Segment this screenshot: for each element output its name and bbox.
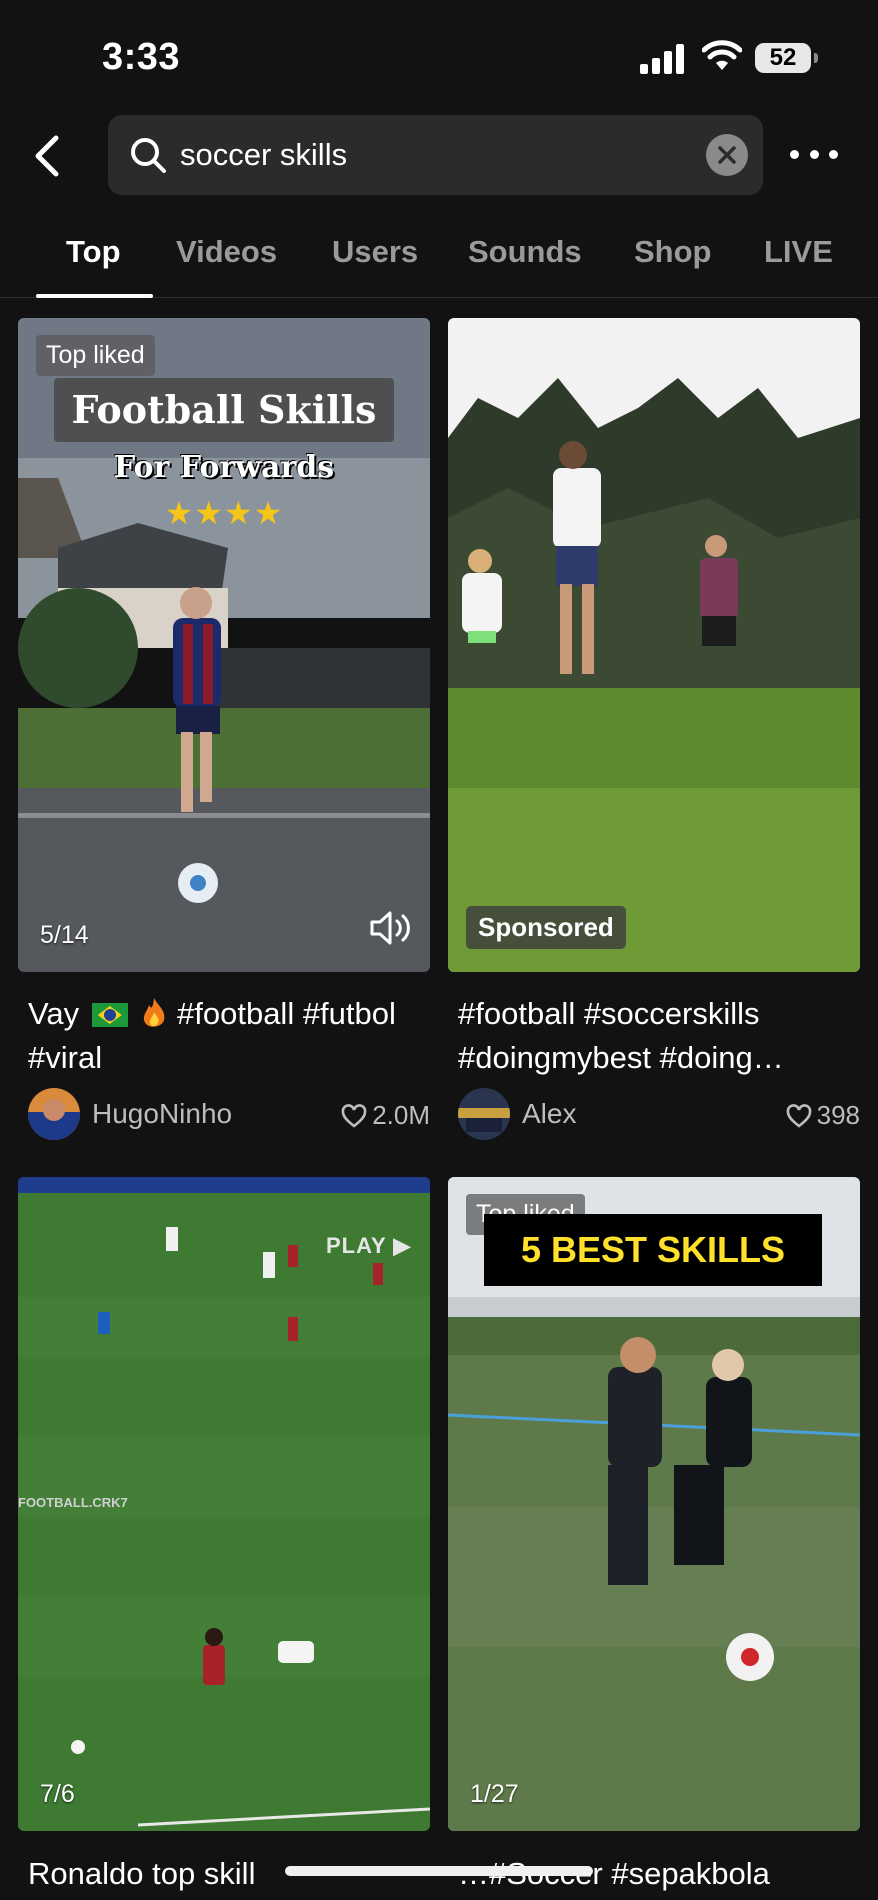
video-overlay-subtitle: For Forwards (113, 450, 335, 485)
caption-text: Vay (28, 996, 80, 1031)
search-tabs: Top Videos Users Sounds Shop LIVE (0, 222, 878, 298)
like-count: 398 (785, 1100, 860, 1131)
heart-icon (341, 1103, 367, 1128)
active-tab-indicator (36, 294, 153, 298)
video-frame (448, 318, 860, 972)
clear-search-button[interactable] (706, 134, 748, 176)
video-thumbnail[interactable]: Top liked Football Skills For Forwards ★… (18, 318, 430, 972)
search-query[interactable]: soccer skills (180, 115, 347, 195)
tab-shop[interactable]: Shop (634, 234, 712, 270)
tab-videos[interactable]: Videos (176, 234, 277, 270)
wifi-icon (702, 40, 742, 70)
battery-icon (814, 53, 818, 63)
watermark-text: FOOTBALL.CRK7 (18, 1495, 128, 1510)
cellular-signal-icon (640, 44, 684, 74)
caption-hashtags: #football #futbol #viral (28, 996, 396, 1075)
search-icon (131, 138, 166, 173)
video-thumbnail[interactable]: Top liked 5 BEST SKILLS 1/27 (448, 1177, 860, 1831)
slide-counter: 7/6 (40, 1780, 75, 1808)
slide-counter: 5/14 (40, 921, 89, 949)
sponsored-badge: Sponsored (466, 906, 626, 949)
status-time: 3:33 (102, 36, 181, 78)
tab-top[interactable]: Top (66, 234, 121, 270)
video-caption[interactable]: #football #soccerskills #doingmybest #do… (458, 992, 858, 1080)
more-dot (790, 149, 799, 159)
tab-sounds[interactable]: Sounds (468, 234, 582, 270)
battery-level: 52 (755, 43, 811, 73)
search-input[interactable]: soccer skills (108, 115, 763, 195)
more-dot (829, 149, 838, 159)
video-thumbnail[interactable]: PLAY ▶ FOOTBALL.CRK7 7/6 (18, 1177, 430, 1831)
fire-icon (144, 998, 165, 1027)
back-arrow-icon[interactable] (30, 132, 64, 180)
home-indicator[interactable] (285, 1866, 593, 1876)
video-author-row: Alex 398 (458, 1088, 870, 1140)
tab-live[interactable]: LIVE (764, 234, 833, 270)
slide-counter: 1/27 (470, 1780, 519, 1808)
like-count-value: 398 (816, 1100, 860, 1130)
heart-icon (786, 1103, 811, 1128)
video-thumbnail[interactable]: Sponsored (448, 318, 860, 972)
author-name[interactable]: HugoNinho (92, 1098, 232, 1130)
close-icon (718, 146, 736, 164)
like-count: 2.0M (340, 1100, 430, 1131)
video-overlay-title: Football Skills (54, 378, 394, 442)
more-options-button[interactable] (790, 134, 838, 174)
brazil-flag-icon (91, 1003, 128, 1027)
sound-icon[interactable] (368, 908, 414, 948)
like-count-value: 2.0M (372, 1100, 430, 1130)
video-overlay-title: 5 BEST SKILLS (484, 1214, 822, 1286)
more-dot (809, 149, 819, 159)
tab-users[interactable]: Users (332, 234, 418, 270)
author-name[interactable]: Alex (522, 1098, 576, 1130)
video-author-row: HugoNinho 2.0M (28, 1088, 440, 1140)
video-caption[interactable]: Vay #football #futbol #viral (28, 992, 428, 1080)
top-liked-badge: Top liked (36, 335, 155, 376)
video-overlay-stars: ★★★★ (164, 495, 284, 531)
avatar[interactable] (458, 1088, 510, 1140)
status-bar: 3:33 52 (0, 0, 878, 110)
avatar[interactable] (28, 1088, 80, 1140)
broadcast-play-label: PLAY ▶ (326, 1233, 412, 1258)
